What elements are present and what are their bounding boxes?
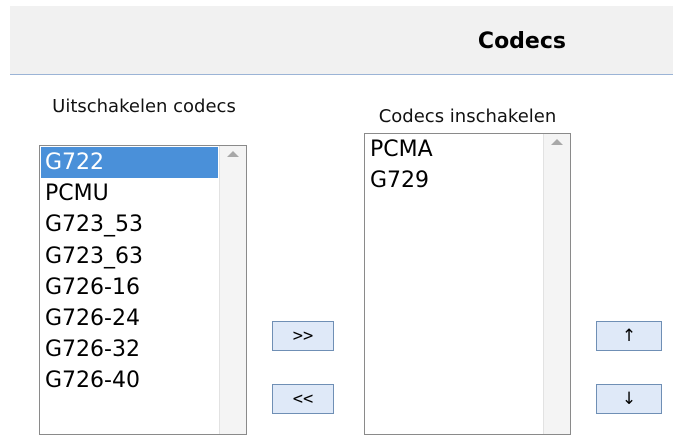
disabled-codecs-listbox[interactable]: G722 PCMU G723_53 G723_63 G726-16 G726-2… [39, 145, 247, 435]
codec-option-g726-24[interactable]: G726-24 [41, 303, 218, 334]
header-band: Codecs [10, 6, 673, 75]
disabled-codecs-caption: Uitschakelen codecs [52, 96, 236, 117]
codec-option-g722[interactable]: G722 [41, 147, 218, 179]
enabled-codecs-listbox[interactable]: PCMA G729 [364, 133, 571, 435]
enabled-codecs-scrollbar[interactable] [543, 134, 570, 434]
codec-option-g726-32[interactable]: G726-32 [41, 334, 218, 365]
codec-option-g726-16[interactable]: G726-16 [41, 272, 218, 303]
codec-option-g729[interactable]: G729 [366, 166, 542, 197]
scroll-up-arrow-icon[interactable] [227, 151, 239, 157]
page-title: Codecs [477, 29, 566, 54]
enabled-codecs-options: PCMA G729 [366, 135, 542, 196]
enable-codec-button[interactable]: >> [272, 321, 334, 351]
codec-option-g726-40[interactable]: G726-40 [41, 365, 218, 396]
disable-codec-button[interactable]: << [272, 384, 334, 414]
disabled-codecs-scrollbar[interactable] [219, 146, 246, 434]
codec-option-pcmu[interactable]: PCMU [41, 178, 218, 209]
move-up-button[interactable]: ↑ [596, 321, 662, 351]
move-down-button[interactable]: ↓ [596, 384, 662, 414]
codec-option-g723-63[interactable]: G723_63 [41, 241, 218, 272]
codec-option-g723-53[interactable]: G723_53 [41, 209, 218, 240]
codec-option-pcma[interactable]: PCMA [366, 135, 542, 166]
scroll-up-arrow-icon[interactable] [551, 139, 563, 145]
enabled-codecs-caption: Codecs inschakelen [378, 106, 557, 127]
disabled-codecs-options: G722 PCMU G723_53 G723_63 G726-16 G726-2… [41, 147, 218, 397]
